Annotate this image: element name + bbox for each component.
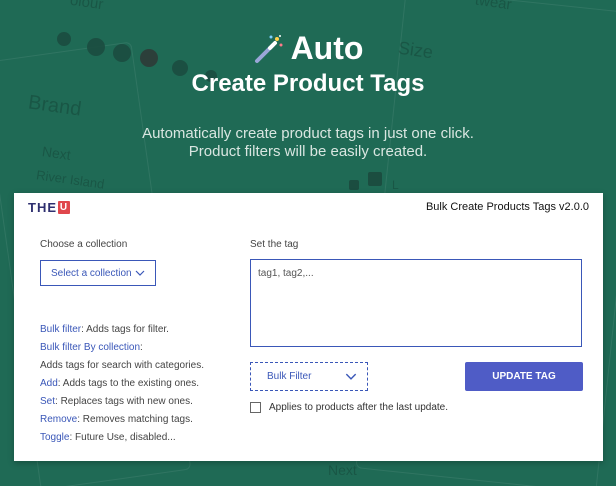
hero-title: Auto: [253, 30, 364, 67]
logo: THE U: [28, 200, 70, 215]
tag-section: Set the tag tag1, tag2,... Bulk Filter U…: [250, 239, 584, 413]
collection-label: Choose a collection: [40, 239, 128, 250]
magic-wand-icon: [254, 34, 283, 63]
tag-label: Set the tag: [250, 239, 299, 250]
help-item: Set: Replaces tags with new ones.: [40, 393, 250, 411]
hero-desc-line: Product filters will be easily created.: [188, 143, 428, 160]
chevron-down-icon: [135, 270, 145, 276]
apply-checkbox-label: Applies to products after the last updat…: [269, 402, 448, 413]
help-key: Add: [40, 378, 58, 389]
hero-title-text: Auto: [290, 30, 364, 66]
app-window: THE U Bulk Create Products Tags v2.0.0 C…: [14, 193, 603, 461]
help-text: : Future Use, disabled...: [69, 432, 176, 443]
mode-select[interactable]: Bulk Filter: [250, 362, 368, 391]
help-text: : Adds tags to the existing ones.: [57, 378, 199, 389]
help-item: Add: Adds tags to the existing ones.: [40, 375, 250, 393]
help-key: Set: [40, 396, 56, 407]
update-tag-button[interactable]: UPDATE TAG: [465, 362, 583, 391]
help-text: :: [140, 342, 143, 353]
help-text: : Replaces tags with new ones.: [55, 396, 193, 407]
help-key: Remove: [40, 414, 78, 425]
help-item: Bulk filter: Adds tags for filter.: [40, 321, 250, 339]
collection-select[interactable]: Select a collection: [40, 260, 156, 286]
bg-word: Next: [328, 462, 357, 478]
chevron-down-icon: [345, 373, 357, 380]
help-key: Bulk filter By collection: [40, 342, 141, 353]
help-list: Bulk filter: Adds tags for filter. Bulk …: [40, 321, 250, 447]
bg-word: olour: [68, 0, 105, 14]
hero-title-row: Auto: [0, 30, 616, 70]
apply-checkbox-row[interactable]: Applies to products after the last updat…: [250, 402, 448, 413]
hero-description: Automatically create product tags in jus…: [0, 125, 616, 161]
help-item: Toggle: Future Use, disabled...: [40, 429, 250, 447]
help-item: Adds tags for search with categories.: [40, 357, 250, 375]
help-text: : Adds tags for filter.: [81, 324, 169, 335]
collection-select-label: Select a collection: [51, 267, 132, 279]
help-key: Bulk filter: [40, 324, 82, 335]
bg-word: L: [392, 178, 399, 192]
apply-checkbox[interactable]: [250, 402, 261, 413]
app-header: THE U Bulk Create Products Tags v2.0.0: [14, 193, 603, 221]
hero-desc-line: Automatically create product tags in jus…: [142, 125, 474, 142]
help-item: Bulk filter By collection:: [40, 339, 250, 357]
hero-subtitle: Create Product Tags: [191, 70, 425, 97]
tag-input[interactable]: tag1, tag2,...: [250, 259, 582, 347]
help-item: Remove: Removes matching tags.: [40, 411, 250, 429]
help-key: Toggle: [40, 432, 70, 443]
help-text: : Removes matching tags.: [77, 414, 193, 425]
help-text: Adds tags for search with categories.: [40, 360, 204, 371]
logo-text: THE: [28, 199, 57, 215]
collection-section: Choose a collection Select a collection: [40, 239, 240, 286]
mode-select-value: Bulk Filter: [267, 371, 312, 382]
logo-mark: U: [58, 200, 70, 214]
app-title: Bulk Create Products Tags v2.0.0: [425, 201, 589, 213]
